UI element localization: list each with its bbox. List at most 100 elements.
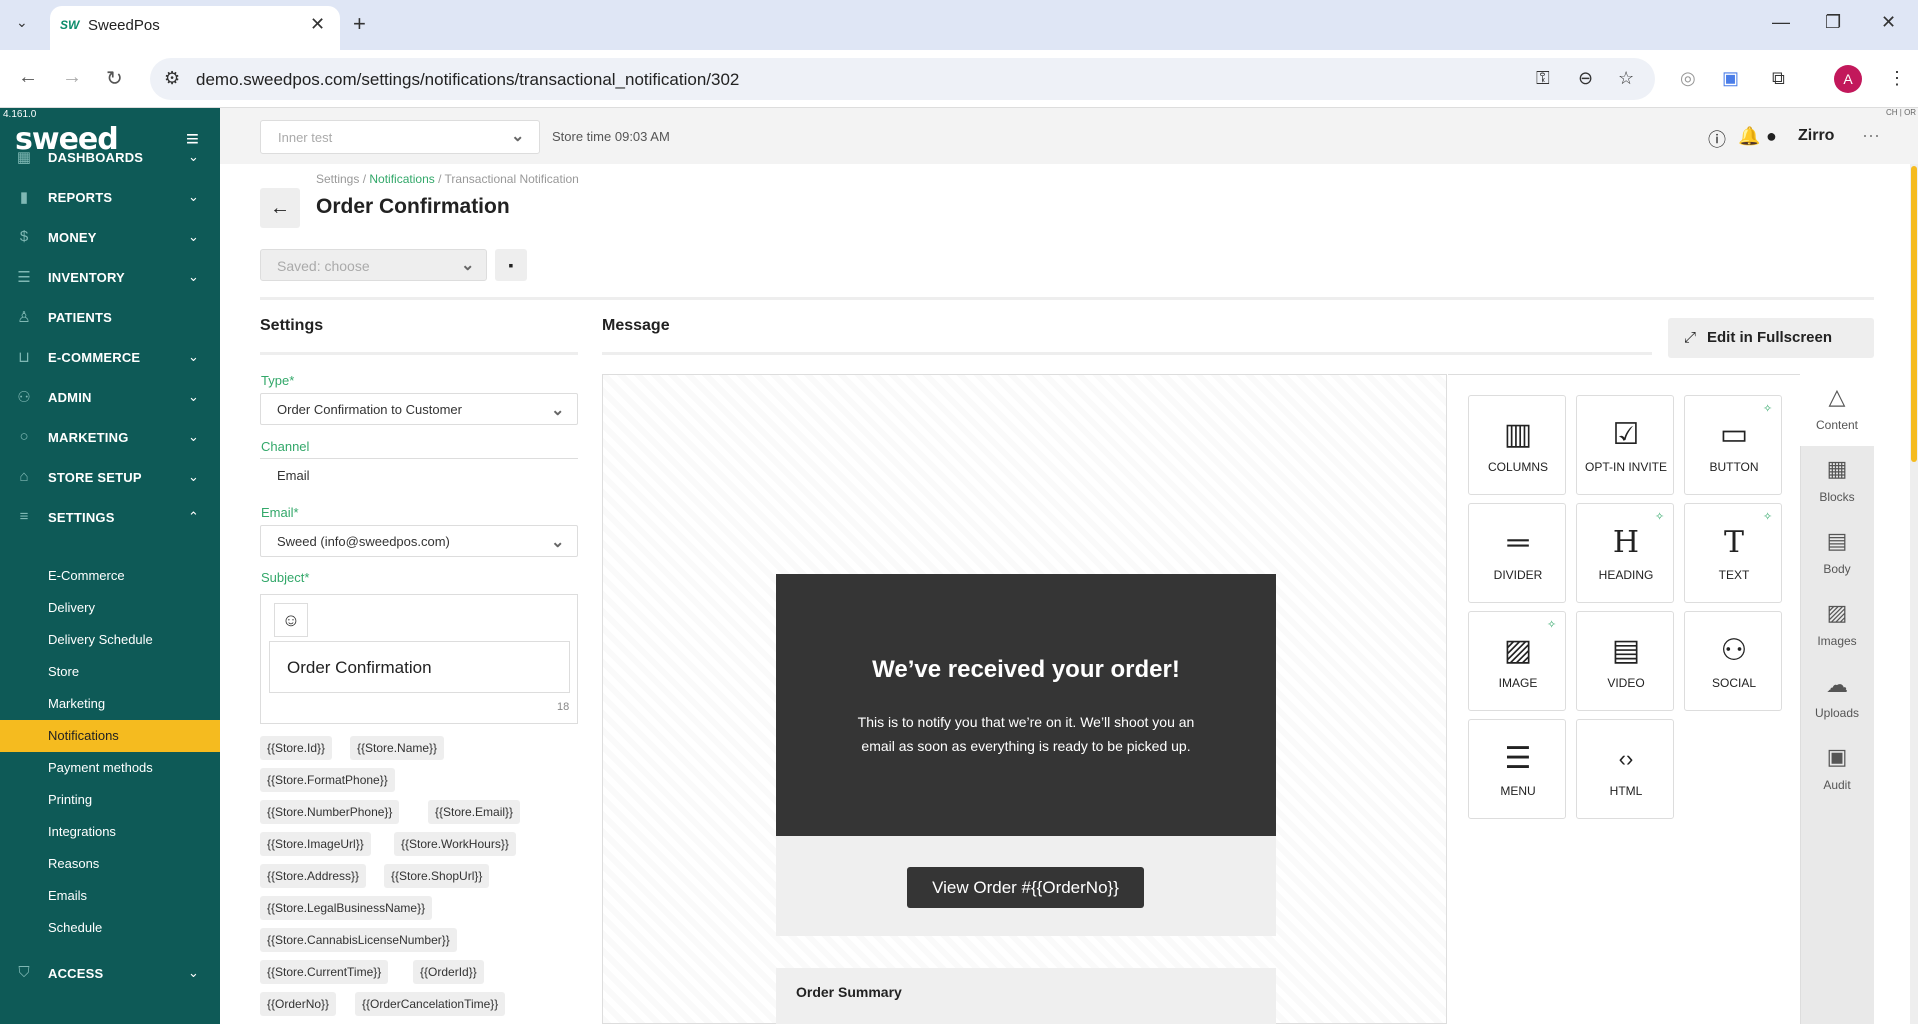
placeholder-chip[interactable]: {{Store.Address}}	[260, 864, 367, 888]
tool-opt-in-invite[interactable]: ☑ OPT-IN INVITE	[1576, 395, 1674, 495]
translate-icon[interactable]: ▣	[1722, 68, 1739, 89]
breadcrumb-notifications[interactable]: Notifications	[369, 172, 434, 186]
nav-dashboards[interactable]: ▦ DASHBOARDS ⌄	[0, 138, 220, 178]
tool-heading[interactable]: ✧ H HEADING	[1576, 503, 1674, 603]
divider	[602, 352, 1652, 355]
sidebar-item-delivery-schedule[interactable]: Delivery Schedule	[0, 624, 220, 656]
order-summary-block[interactable]: Order Summary	[776, 968, 1276, 1024]
tab-uploads[interactable]: ☁ Uploads	[1800, 662, 1874, 734]
view-order-button[interactable]: View Order #{{OrderNo}}	[907, 867, 1144, 908]
zoom-icon[interactable]: ⊖	[1578, 68, 1593, 89]
browser-menu-icon[interactable]: ⋮	[1888, 68, 1906, 89]
sidebar-item-integrations[interactable]: Integrations	[0, 816, 220, 848]
placeholder-chip[interactable]: {{Store.Id}}	[260, 736, 333, 760]
tab-body[interactable]: ▤ Body	[1800, 518, 1874, 590]
tool-html[interactable]: ‹› HTML	[1576, 719, 1674, 819]
placeholder-chip[interactable]: {{Store.WorkHours}}	[394, 832, 516, 856]
breadcrumb-settings[interactable]: Settings	[316, 172, 359, 186]
more-icon[interactable]: ⋯	[1862, 126, 1880, 147]
profile-avatar[interactable]: A	[1834, 65, 1862, 93]
tool-columns[interactable]: ▥ COLUMNS	[1468, 395, 1566, 495]
scrollbar-thumb[interactable]	[1911, 166, 1917, 462]
forward-icon[interactable]: →	[62, 66, 82, 89]
tool-text[interactable]: ✧ T TEXT	[1684, 503, 1782, 603]
email-hero-block[interactable]: We’ve received your order! This is to no…	[776, 574, 1276, 836]
placeholder-chip[interactable]: {{Store.FormatPhone}}	[260, 768, 395, 792]
saved-template-select[interactable]: Saved: choose ⌄	[260, 249, 487, 281]
sidebar-item-delivery[interactable]: Delivery	[0, 592, 220, 624]
sidebar-item-e-commerce[interactable]: E-Commerce	[0, 560, 220, 592]
nav-marketing[interactable]: ○ MARKETING ⌄	[0, 418, 220, 458]
site-info-icon[interactable]: ⚙	[164, 68, 180, 89]
nav-inventory[interactable]: ☰ INVENTORY ⌄	[0, 258, 220, 298]
tool-video[interactable]: ▤ VIDEO	[1576, 611, 1674, 711]
store-select[interactable]: Inner test ⌄	[260, 120, 540, 154]
shield-icon: ⛉	[18, 964, 30, 981]
user-icon[interactable]: ●	[1766, 126, 1777, 147]
nav-e-commerce[interactable]: ⊔ E-COMMERCE ⌄	[0, 338, 220, 378]
email-cta-block[interactable]: View Order #{{OrderNo}}	[776, 836, 1276, 936]
placeholder-chip[interactable]: {{Store.Email}}	[428, 800, 521, 824]
tool-menu[interactable]: ☰ MENU	[1468, 719, 1566, 819]
placeholder-chip[interactable]: {{Store.CannabisLicenseNumber}}	[260, 928, 457, 952]
placeholder-chip[interactable]: {{Store.ImageUrl}}	[260, 832, 371, 856]
restore-icon[interactable]: ❐	[1825, 12, 1841, 33]
help-icon[interactable]: ⓘ	[1708, 126, 1726, 152]
nav-reports[interactable]: ▮ REPORTS ⌄	[0, 178, 220, 218]
nav-settings[interactable]: ≡ SETTINGS ⌃	[0, 498, 220, 538]
reload-icon[interactable]: ↻	[106, 66, 123, 91]
tab-audit[interactable]: ▣ Audit	[1800, 734, 1874, 806]
emoji-picker-button[interactable]: ☺	[274, 603, 308, 637]
subject-input[interactable]: Order Confirmation	[269, 641, 570, 693]
save-button[interactable]: ▪	[495, 249, 527, 281]
sidebar-item-store[interactable]: Store	[0, 656, 220, 688]
window-close-icon[interactable]: ✕	[1881, 12, 1896, 33]
extensions-icon[interactable]: ⧉	[1772, 68, 1785, 89]
sidebar-item-schedule[interactable]: Schedule	[0, 912, 220, 944]
tool-image[interactable]: ✧ ▨ IMAGE	[1468, 611, 1566, 711]
type-select[interactable]: Order Confirmation to Customer ⌄	[260, 393, 578, 425]
email-select[interactable]: Sweed (info@sweedpos.com) ⌄	[260, 525, 578, 557]
extension-circle-icon[interactable]: ◎	[1680, 68, 1696, 89]
placeholder-chip[interactable]: {{Store.Name}}	[350, 736, 445, 760]
placeholder-chip[interactable]: {{Store.ShopUrl}}	[384, 864, 490, 888]
back-button[interactable]: ←	[260, 188, 300, 228]
user-name[interactable]: Zirro	[1798, 127, 1834, 145]
tab-blocks[interactable]: ▦ Blocks	[1800, 446, 1874, 518]
new-tab-icon[interactable]: +	[353, 11, 366, 37]
key-icon[interactable]: ⚿	[1536, 68, 1550, 89]
bell-icon[interactable]: 🔔	[1738, 126, 1760, 147]
placeholder-chip[interactable]: {{Store.CurrentTime}}	[260, 960, 389, 984]
edit-fullscreen-button[interactable]: ⤢ Edit in Fullscreen	[1668, 318, 1874, 358]
tab-images[interactable]: ▨ Images	[1800, 590, 1874, 662]
placeholder-chip[interactable]: {{OrderCancelationTime}}	[355, 992, 506, 1016]
close-tab-icon[interactable]: ✕	[310, 14, 325, 35]
placeholder-chip[interactable]: {{OrderId}}	[413, 960, 484, 984]
sidebar-item-reasons[interactable]: Reasons	[0, 848, 220, 880]
placeholder-chip[interactable]: {{OrderNo}}	[260, 992, 337, 1016]
sidebar-item-marketing[interactable]: Marketing	[0, 688, 220, 720]
tool-social[interactable]: ⚇ SOCIAL	[1684, 611, 1782, 711]
placeholder-chip[interactable]: {{Store.NumberPhone}}	[260, 800, 400, 824]
tool-divider[interactable]: ═ DIVIDER	[1468, 503, 1566, 603]
bar-chart-icon: ▮	[19, 189, 29, 206]
nav-patients[interactable]: ♙ PATIENTS	[0, 298, 220, 338]
sidebar-item-notifications[interactable]: Notifications	[0, 720, 220, 752]
placeholder-chip[interactable]: {{Store.LegalBusinessName}}	[260, 896, 433, 920]
star-icon[interactable]: ☆	[1618, 68, 1634, 89]
sidebar-item-payment-methods[interactable]: Payment methods	[0, 752, 220, 784]
nav-money[interactable]: $ MONEY ⌄	[0, 218, 220, 258]
tab-list-icon[interactable]: ⌄	[16, 14, 28, 31]
url-text[interactable]: demo.sweedpos.com/settings/notifications…	[196, 70, 739, 90]
breadcrumb: Settings / Notifications / Transactional…	[316, 172, 579, 186]
back-icon[interactable]: ←	[18, 66, 38, 89]
nav-store-setup[interactable]: ⌂ STORE SETUP ⌄	[0, 458, 220, 498]
minimize-icon[interactable]: —	[1772, 12, 1790, 33]
nav-access[interactable]: ⛉ ACCESS ⌄	[0, 954, 220, 994]
tab-content[interactable]: △ Content	[1800, 374, 1874, 446]
sidebar-item-emails[interactable]: Emails	[0, 880, 220, 912]
nav-admin[interactable]: ⚇ ADMIN ⌄	[0, 378, 220, 418]
tool-button[interactable]: ✧ ▭ BUTTON	[1684, 395, 1782, 495]
sidebar-item-printing[interactable]: Printing	[0, 784, 220, 816]
chevron-down-icon: ⌄	[188, 149, 199, 164]
